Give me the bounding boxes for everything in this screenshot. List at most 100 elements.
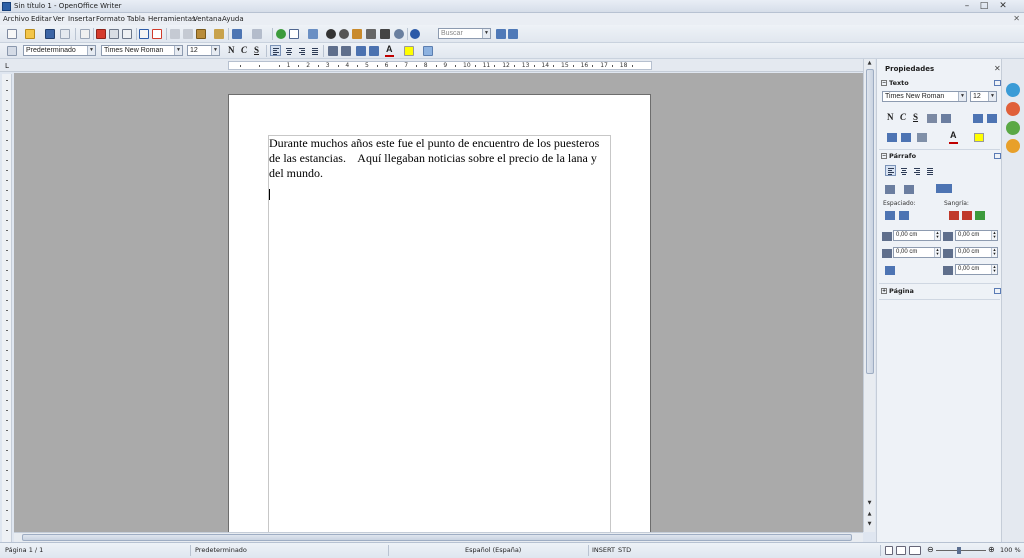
paste-icon[interactable] [196,29,206,39]
find-next-icon[interactable] [508,29,518,39]
maximize-button[interactable]: □ [978,1,990,12]
datasource-icon[interactable] [352,29,362,39]
save-icon[interactable] [45,29,55,39]
background-color-icon[interactable] [423,46,433,56]
previous-page-icon[interactable]: ▲ [864,510,875,519]
spin-arrows-icon[interactable]: ▲ ▼ [991,231,997,240]
email-icon[interactable] [60,29,70,39]
sidebar-align-left-button[interactable] [885,165,896,176]
menu-formato[interactable]: Formato [96,15,125,23]
menu-insertar[interactable]: Insertar [68,15,95,23]
decrease-indent-icon[interactable] [356,46,366,56]
underline-button[interactable]: S [254,45,259,55]
scroll-up-icon[interactable]: ▲ [864,59,875,68]
horizontal-scrollbar[interactable] [14,532,863,542]
chevron-down-icon[interactable]: ▼ [87,46,95,55]
page-style[interactable]: Predeterminado [195,546,247,554]
chevron-down-icon[interactable]: ▼ [482,29,490,38]
strikethrough-icon[interactable] [927,114,937,123]
decrease-indent-icon[interactable] [962,211,972,220]
increase-spacing-icon[interactable] [885,211,895,220]
tab-stop-type-button[interactable]: L [3,62,11,70]
more-options-icon[interactable] [994,288,1001,294]
font-name-select[interactable]: Times New Roman ▼ [101,45,183,56]
vertical-scrollbar[interactable]: ▲ ▼ ▲ ▼ [863,59,875,532]
properties-deck-icon[interactable] [1006,83,1020,97]
find-previous-icon[interactable] [496,29,506,39]
decrease-font-icon[interactable] [987,114,997,123]
hyperlink-icon[interactable] [276,29,286,39]
help-icon[interactable] [410,29,420,39]
undo-icon[interactable] [232,29,242,39]
multi-page-view-icon[interactable] [896,546,906,555]
autospell-icon[interactable] [152,29,162,39]
font-color-icon[interactable]: A [386,44,393,54]
sidebar-justify-button[interactable] [924,165,935,176]
next-page-icon[interactable]: ▼ [864,520,875,529]
spin-arrows-icon[interactable]: ▲ ▼ [934,231,940,240]
menu-ver[interactable]: Ver [53,15,64,23]
sidebar-align-center-button[interactable] [898,165,909,176]
document-text[interactable]: Durante muchos años este fue el punto de… [269,136,611,181]
below-spacing-field[interactable]: 0,00 cm ▲ ▼ [893,247,941,258]
new-document-icon[interactable] [7,29,17,39]
numbering-icon[interactable] [328,46,338,56]
show-draw-icon[interactable] [308,29,318,39]
sidebar-numbering-icon[interactable] [904,185,914,194]
sidebar-bold-button[interactable]: N [887,112,894,122]
navigator-deck-icon[interactable] [1006,139,1020,153]
section-parrafo[interactable]: − Párrafo [881,152,916,160]
more-options-icon[interactable] [994,80,1001,86]
font-size-select[interactable]: 12 ▼ [187,45,220,56]
chevron-down-icon[interactable]: ▼ [174,46,182,55]
menu-herramientas[interactable]: Herramientas [148,15,196,23]
increase-indent-icon[interactable] [949,211,959,220]
scroll-down-icon[interactable]: ▼ [864,499,875,508]
horizontal-scroll-thumb[interactable] [22,534,852,541]
section-pagina[interactable]: + Página [881,287,914,295]
shadow-icon[interactable] [941,114,951,123]
zoom-slider[interactable] [936,550,986,551]
first-line-indent-field[interactable]: 0,00 cm ▲ ▼ [955,264,998,275]
increase-font-icon[interactable] [973,114,983,123]
sidebar-align-right-button[interactable] [911,165,922,176]
page-count[interactable]: Página 1 / 1 [5,546,43,554]
line-spacing-icon[interactable] [885,266,895,275]
sidebar-bullets-icon[interactable] [885,185,895,194]
sidebar-close-icon[interactable]: ✕ [994,64,1001,73]
sidebar-font-color-icon[interactable]: A [950,130,957,140]
bullets-icon[interactable] [341,46,351,56]
close-document-icon[interactable]: ✕ [1013,14,1020,23]
zoom-out-icon[interactable]: ⊖ [927,545,934,554]
edit-file-icon[interactable] [80,29,90,39]
language-indicator[interactable]: Español (España) [465,546,521,554]
align-center-button[interactable] [283,45,294,56]
styles-deck-icon[interactable] [1006,102,1020,116]
menu-archivo[interactable]: Archivo [3,15,29,23]
align-right-button[interactable] [296,45,307,56]
chevron-down-icon[interactable]: ▼ [958,92,966,101]
styles-icon[interactable] [7,46,17,56]
italic-button[interactable]: C [241,45,247,55]
spin-arrows-icon[interactable]: ▲ ▼ [991,248,997,257]
increase-indent-icon[interactable] [369,46,379,56]
formatting-marks-icon[interactable] [366,29,376,39]
print-icon[interactable] [109,29,119,39]
navigator-icon[interactable] [326,29,336,39]
vertical-scroll-thumb[interactable] [866,69,874,374]
section-texto[interactable]: − Texto [881,79,909,87]
sidebar-font-size-select[interactable]: 12 ▼ [970,91,997,102]
menu-tabla[interactable]: Tabla [127,15,145,23]
insert-mode[interactable]: INSERT [592,546,615,554]
spin-arrows-icon[interactable]: ▲ ▼ [934,248,940,257]
export-pdf-icon[interactable] [96,29,106,39]
table-icon[interactable] [289,29,299,39]
gallery-deck-icon[interactable] [1006,121,1020,135]
zoom-in-icon[interactable]: ⊕ [988,545,995,554]
superscript-icon[interactable] [887,133,897,142]
pilcrow-icon[interactable] [380,29,390,39]
horizontal-ruler[interactable]: 1 2 3 4 5 6 7 8 9 10 11 12 13 14 15 16 17 18 [228,61,652,70]
gallery-icon[interactable] [339,29,349,39]
spin-arrows-icon[interactable]: ▲ ▼ [991,265,997,274]
paragraph-background-icon[interactable] [936,184,952,193]
